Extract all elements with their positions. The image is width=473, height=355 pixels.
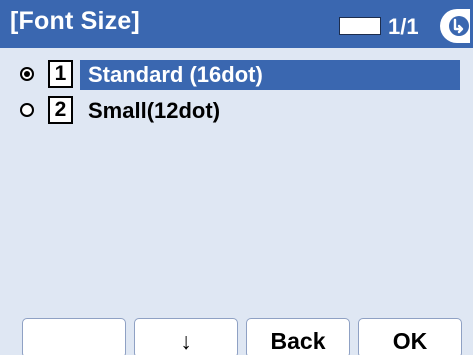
- softkey-down-arrow[interactable]: ↓: [134, 318, 238, 355]
- option-label: Standard (16dot): [80, 60, 460, 90]
- option-number: 1: [48, 60, 73, 88]
- option-number: 2: [48, 96, 73, 124]
- radio-unselected-icon[interactable]: [20, 103, 34, 117]
- font-size-screen: [Font Size] 1/1 1 Standard (16dot) 2 Sma…: [0, 0, 473, 355]
- list-item-small[interactable]: 2 Small(12dot): [0, 92, 473, 128]
- radio-selected-icon[interactable]: [20, 67, 34, 81]
- list-item-standard[interactable]: 1 Standard (16dot): [0, 56, 473, 92]
- option-label: Small(12dot): [88, 98, 221, 123]
- page-indicator: 1/1: [388, 14, 419, 39]
- page-position-box: [339, 17, 381, 35]
- page-title: [Font Size]: [10, 7, 140, 35]
- back-arrow-glyph-icon: [453, 18, 464, 34]
- softkey-ok[interactable]: OK: [358, 318, 462, 355]
- softkey-back[interactable]: Back: [246, 318, 350, 355]
- header-bar: [Font Size] 1/1: [0, 0, 473, 48]
- back-arrow-button[interactable]: [440, 9, 470, 43]
- softkey-1[interactable]: [22, 318, 126, 355]
